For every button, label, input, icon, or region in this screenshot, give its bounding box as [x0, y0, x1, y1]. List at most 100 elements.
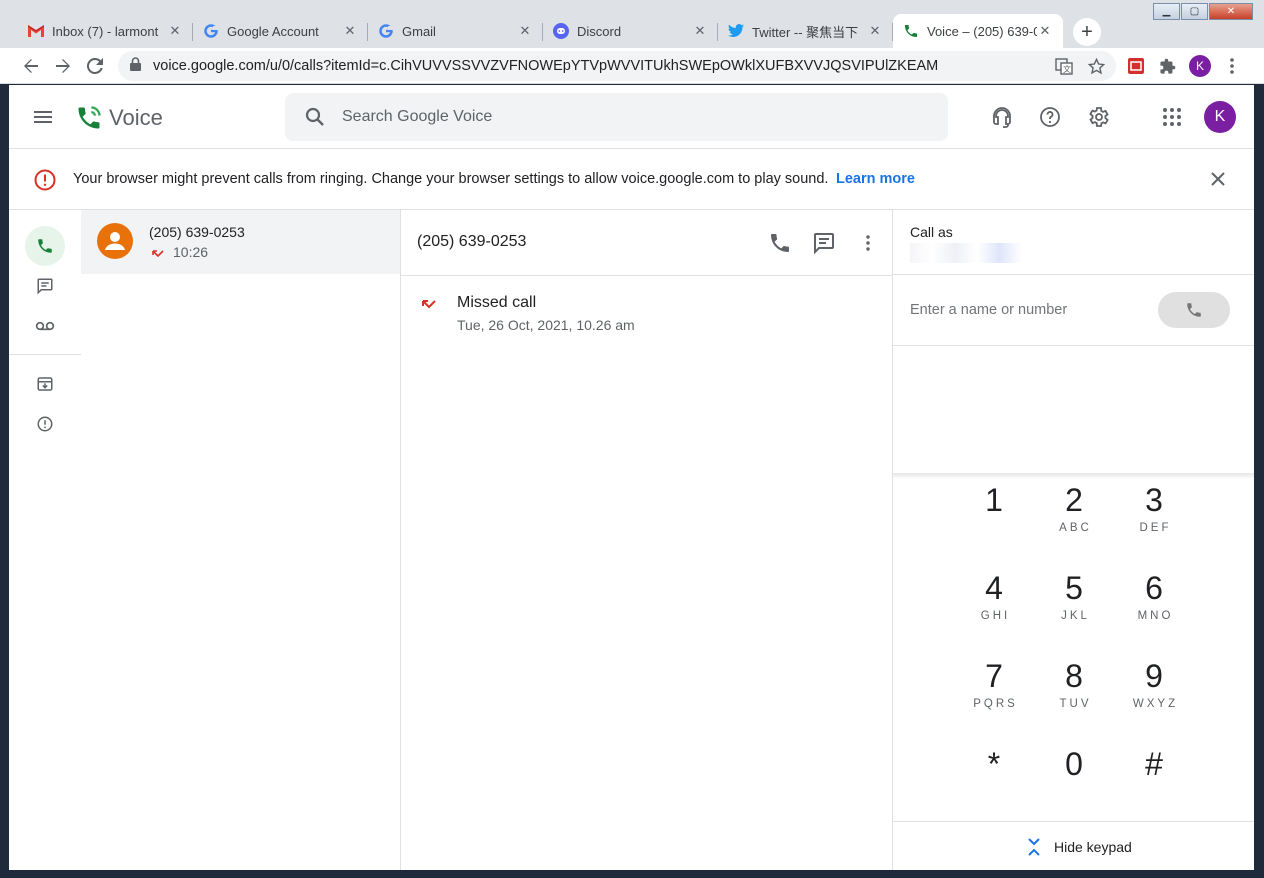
- address-bar[interactable]: voice.google.com/u/0/calls?itemId=c.CihV…: [118, 51, 1116, 81]
- reload-icon: [87, 58, 103, 74]
- minimize-button[interactable]: ▁: [1153, 3, 1180, 20]
- call-as-label: Call as: [910, 224, 953, 240]
- nav-rail: [9, 210, 81, 870]
- window-close-button[interactable]: ✕: [1209, 3, 1253, 20]
- close-tab-icon[interactable]: ✕: [692, 23, 708, 39]
- key-9[interactable]: 9 WXYZ: [1114, 646, 1194, 726]
- twitter-icon: [728, 23, 744, 39]
- headset-icon[interactable]: [990, 105, 1014, 129]
- contact-avatar: [97, 223, 133, 259]
- google-icon: [378, 23, 394, 39]
- svg-text:文: 文: [1063, 64, 1071, 74]
- list-item[interactable]: (205) 639-0253 10:26: [81, 210, 400, 274]
- message-icon[interactable]: [812, 231, 836, 255]
- apps-grid-icon[interactable]: [1160, 105, 1184, 129]
- learn-more-link[interactable]: Learn more: [836, 171, 915, 187]
- search-input[interactable]: Search Google Voice: [342, 108, 492, 126]
- hide-keypad-button[interactable]: Hide keypad: [1026, 837, 1132, 857]
- search-icon: [303, 105, 327, 129]
- spam-icon: [37, 416, 53, 432]
- phone-icon: [1187, 303, 1201, 317]
- key-3[interactable]: 3 DEF: [1114, 470, 1194, 550]
- key-6[interactable]: 6 MNO: [1114, 558, 1194, 638]
- search-bar[interactable]: Search Google Voice: [285, 93, 948, 141]
- call-icon[interactable]: [768, 231, 792, 255]
- tab-gmail[interactable]: Gmail ✕: [368, 14, 543, 48]
- main-menu-icon[interactable]: [31, 105, 55, 129]
- key-7[interactable]: 7 PQRS: [954, 646, 1034, 726]
- detail-header: (205) 639-0253: [401, 210, 892, 276]
- app-header: Voice Search Google Voice K: [9, 85, 1254, 149]
- key-8[interactable]: 8 TUV: [1034, 646, 1114, 726]
- close-tab-icon[interactable]: ✕: [517, 23, 533, 39]
- puzzle-icon[interactable]: [1155, 54, 1179, 78]
- discord-icon: [553, 23, 569, 39]
- divider: [893, 345, 1254, 346]
- tab-discord[interactable]: Discord ✕: [543, 14, 718, 48]
- dial-number-input[interactable]: Enter a name or number: [910, 302, 1067, 318]
- forward-button[interactable]: [51, 54, 75, 78]
- back-button[interactable]: [19, 54, 43, 78]
- key-0[interactable]: 0: [1034, 734, 1114, 814]
- sound-warning-banner: Your browser might prevent calls from ri…: [9, 149, 1254, 210]
- rail-divider: [9, 354, 81, 355]
- message-icon: [37, 278, 53, 295]
- voice-logo-icon: [75, 104, 103, 132]
- nav-archive[interactable]: [25, 364, 65, 404]
- dialer-panel: Call as Enter a name or number 1 2 ABC 3D…: [893, 210, 1254, 870]
- arrow-right-icon: [56, 59, 70, 73]
- maximize-button[interactable]: ▢: [1181, 3, 1208, 20]
- tab-google-voice[interactable]: Voice – (205) 639-0 ✕: [893, 14, 1063, 48]
- close-tab-icon[interactable]: ✕: [342, 23, 358, 39]
- reload-button[interactable]: [83, 54, 107, 78]
- tab-label: Discord: [577, 23, 622, 39]
- entry-title: Missed call: [457, 294, 537, 311]
- key-hash[interactable]: #: [1114, 734, 1194, 814]
- nav-voicemail[interactable]: [25, 306, 65, 346]
- entry-date: Tue, 26 Oct, 2021, 10.26 am: [457, 317, 635, 333]
- close-tab-icon[interactable]: ✕: [1037, 23, 1053, 39]
- tab-label: Google Account: [227, 23, 319, 39]
- archive-icon: [37, 377, 53, 391]
- error-icon: [33, 168, 57, 192]
- gmail-icon: [28, 23, 44, 39]
- call-list: (205) 639-0253 10:26: [81, 210, 401, 870]
- tab-google-account[interactable]: Google Account ✕: [193, 14, 368, 48]
- call-as-number-redacted[interactable]: [910, 243, 1022, 263]
- voice-icon: [903, 23, 919, 39]
- banner-message: Your browser might prevent calls from ri…: [73, 171, 829, 187]
- close-icon[interactable]: [1206, 167, 1230, 191]
- tab-label: Voice – (205) 639-0: [927, 23, 1037, 39]
- more-vert-icon[interactable]: [856, 231, 880, 255]
- nav-calls[interactable]: [25, 226, 65, 266]
- key-2[interactable]: 2 ABC: [1034, 470, 1114, 550]
- browser-toolbar: voice.google.com/u/0/calls?itemId=c.CihV…: [0, 48, 1264, 84]
- dial-call-button[interactable]: [1158, 292, 1230, 328]
- browser-profile-avatar[interactable]: K: [1189, 55, 1211, 77]
- collapse-icon: [1026, 837, 1042, 857]
- lock-icon: [130, 57, 144, 75]
- close-tab-icon[interactable]: ✕: [867, 23, 883, 39]
- key-1[interactable]: 1: [954, 470, 1034, 550]
- nav-messages[interactable]: [25, 266, 65, 306]
- nav-spam[interactable]: [25, 404, 65, 444]
- help-icon[interactable]: [1038, 105, 1062, 129]
- key-star[interactable]: *: [954, 734, 1034, 814]
- extension-icon[interactable]: [1124, 54, 1148, 78]
- new-tab-button[interactable]: +: [1073, 18, 1101, 46]
- settings-gear-icon[interactable]: [1086, 105, 1110, 129]
- detail-title: (205) 639-0253: [417, 233, 527, 250]
- tab-gmail-inbox[interactable]: Inbox (7) - larmont ✕: [18, 14, 193, 48]
- tab-label: Inbox (7) - larmont: [52, 23, 159, 39]
- key-5[interactable]: 5 JKL: [1034, 558, 1114, 638]
- bookmark-star-icon[interactable]: [1084, 54, 1108, 78]
- translate-icon[interactable]: 文: [1052, 54, 1076, 78]
- close-tab-icon[interactable]: ✕: [167, 23, 183, 39]
- tab-twitter[interactable]: Twitter -- 聚焦当下 ✕: [718, 14, 893, 48]
- app-title: Voice: [109, 105, 163, 130]
- account-avatar[interactable]: K: [1204, 101, 1236, 133]
- more-vert-icon[interactable]: [1220, 54, 1244, 78]
- browser-tab-strip: Inbox (7) - larmont ✕ Google Account ✕ G…: [0, 0, 1264, 48]
- caller-number: (205) 639-0253: [149, 224, 245, 240]
- key-4[interactable]: 4 GHI: [954, 558, 1034, 638]
